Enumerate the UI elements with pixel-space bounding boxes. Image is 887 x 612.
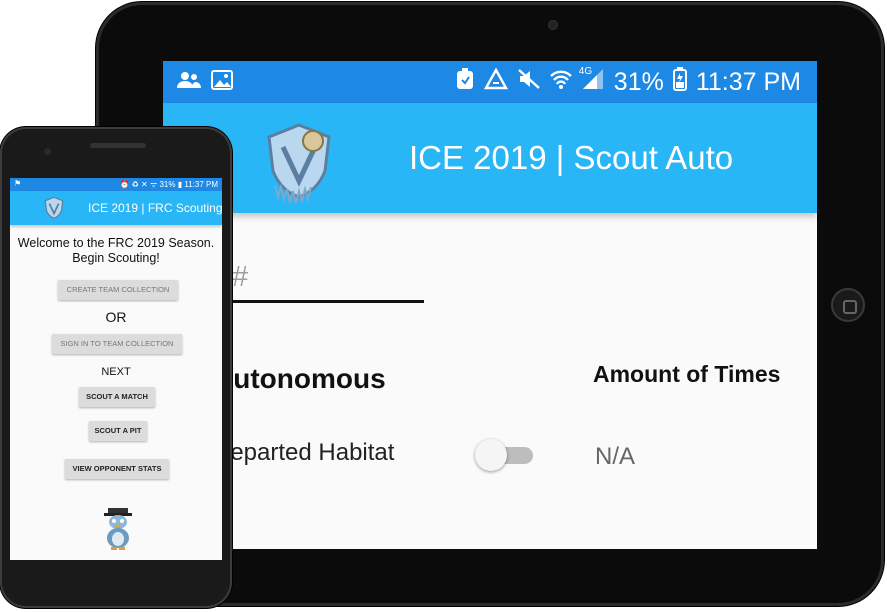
phone-screen: ⚑ ⏰ ♻ ✕ ᯤ 31% ▮ 11:37 PM ICE 2019 | FRC … [10,178,222,560]
phone-status-right: ⏰ ♻ ✕ ᯤ 31% ▮ 11:37 PM [119,180,218,189]
signal-icon: 4G [579,66,605,96]
wifi-icon [549,68,572,96]
phone-app-bar: ICE 2019 | FRC Scouting [10,191,222,225]
phone-speaker [90,143,146,148]
recycle-icon [483,67,508,96]
amount-value: N/A [595,443,636,470]
or-divider: OR [105,309,127,325]
image-icon [211,70,233,96]
network-type-label: 4G [578,66,593,77]
scout-match-button[interactable]: SCOUT A MATCH [79,387,155,407]
mute-icon [517,68,541,96]
section-title-autonomous: Autonomous [213,363,386,394]
view-opponent-stats-button[interactable]: VIEW OPPONENT STATS [65,459,169,479]
scout-pit-button[interactable]: SCOUT A PIT [89,421,147,441]
battery-percent: 31% [613,67,664,96]
departed-habitat-toggle[interactable] [475,439,535,471]
tablet-home-button[interactable] [831,288,865,322]
sign-in-team-collection-button[interactable]: SIGN IN TO TEAM COLLECTION [52,334,182,354]
screen-title: ICE 2019 | Scout Auto [409,139,734,176]
toggle-thumb [475,439,507,471]
phone-camera [44,148,51,155]
alarm-icon [455,67,475,97]
tablet-app-bar: ICE 2019 | Scout Auto [163,103,817,213]
phone-screen-title: ICE 2019 | FRC Scouting [88,201,222,215]
tablet-screen: 4G 31% 11:37 PM ICE 2019 | Scout Auto Te… [163,61,817,549]
phone-status-bar: ⚑ ⏰ ♻ ✕ ᯤ 31% ▮ 11:37 PM [10,178,222,191]
next-label: NEXT [101,366,131,378]
departed-habitat-label: Departed Habitat [213,439,395,466]
team-logo-icon [44,196,64,219]
phone-status-left: ⚑ [14,179,22,188]
tablet-camera [548,20,558,30]
penguin-mascot-icon [104,508,132,550]
create-team-collection-button[interactable]: CREATE TEAM COLLECTION [58,280,178,300]
people-icon [177,71,201,95]
welcome-message: Welcome to the FRC 2019 Season. Begin Sc… [17,236,215,265]
battery-icon [672,67,687,97]
clock: 11:37 PM [695,67,801,96]
column-header-amount: Amount of Times [593,361,781,387]
tablet-status-bar: 4G 31% 11:37 PM [163,61,817,103]
team-logo-icon [267,123,331,203]
